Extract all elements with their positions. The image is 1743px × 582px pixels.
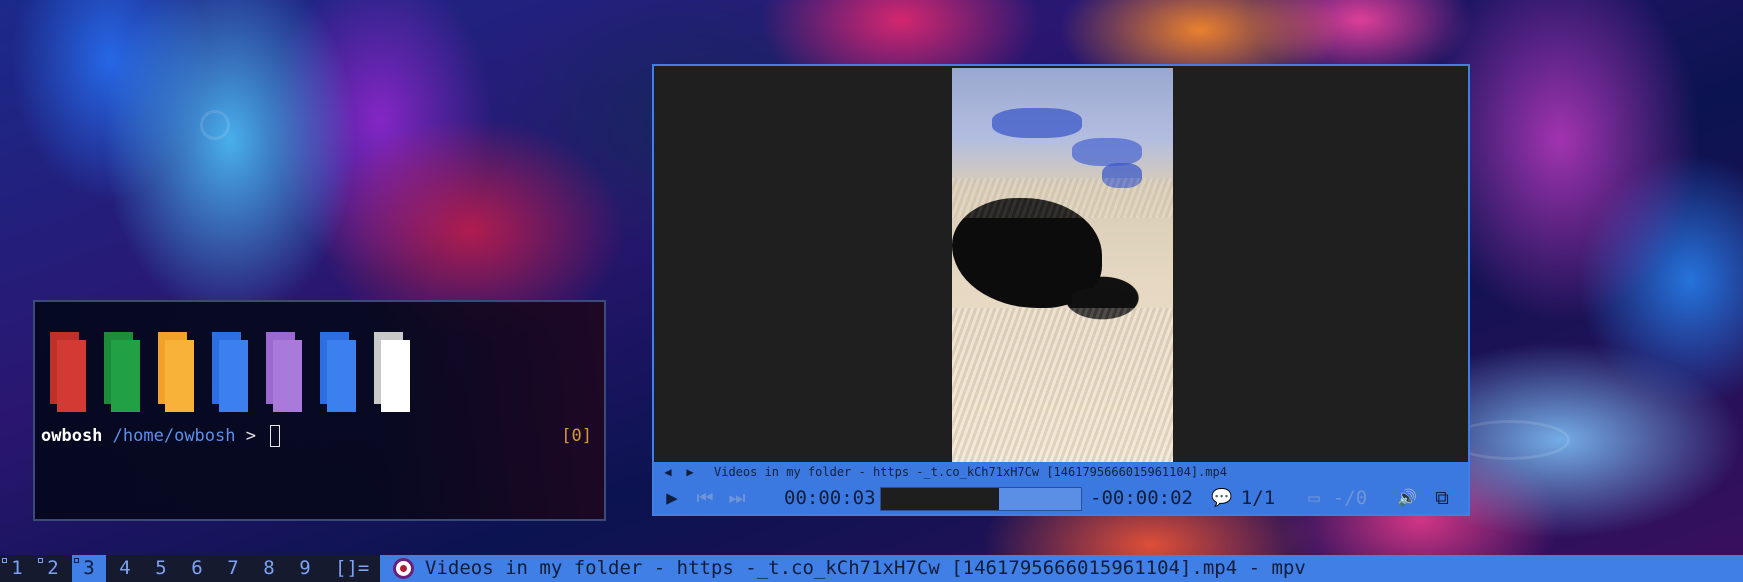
occupied-indicator [74,558,79,563]
video-fluffy-blanket [952,178,1173,218]
osc-title-row: ◀ ▶ Videos in my folder - https -_t.co_k… [654,462,1468,482]
window-title-text: Videos in my folder - https -_t.co_kCh71… [425,557,1306,579]
play-button[interactable]: ▶ [660,482,684,514]
palette-swatch-cyan [320,332,356,412]
video-blanket-pattern [992,108,1082,138]
palette-swatch-magenta [266,332,302,412]
swatch-light [165,340,194,412]
video-frame[interactable] [952,68,1173,462]
osc-control-row: ▶ ⏮ ⏭ 00:00:03 -00:00:02 💬 1/1 ▭ -/0 🔊 ⧉ [654,482,1468,514]
swatch-light [327,340,356,412]
media-title: Videos in my folder - https -_t.co_kCh71… [714,465,1227,479]
remaining-time[interactable]: -00:00:02 [1090,482,1193,514]
exit-status: [0] [561,426,592,446]
workspace-5[interactable]: 5 [144,555,178,582]
volume-icon[interactable]: 🔊 [1394,482,1420,514]
mpv-app-icon [393,558,414,579]
workspace-label: 1 [11,557,23,579]
palette-swatch-blue [212,332,248,412]
workspace-label: 5 [155,557,167,579]
workspace-label: 6 [191,557,203,579]
text-cursor[interactable] [270,425,281,447]
workspace-2[interactable]: 2 [36,555,70,582]
prompt-user: owbosh [41,426,103,446]
fullscreen-icon[interactable]: ⧉ [1428,482,1456,514]
terminal-window[interactable]: owbosh /home/owbosh > [0] [33,300,606,521]
playlist-next-button[interactable]: ▶ [682,462,698,482]
workspace-4[interactable]: 4 [108,555,142,582]
palette-swatch-green [104,332,140,412]
workspace-label: 9 [299,557,311,579]
playlist-position[interactable]: 1/1 [1238,482,1278,514]
swatch-light [57,340,86,412]
workspace-label: 2 [47,557,59,579]
occupied-indicator [2,558,7,563]
video-blanket-pattern [1072,138,1142,166]
palette-swatch-red [50,332,86,412]
elapsed-time[interactable]: 00:00:03 [784,482,876,514]
status-bar: 1 2 3 4 5 6 7 8 9 []= Videos in my folde… [0,555,1743,582]
palette-swatch-white [374,332,410,412]
workspace-9[interactable]: 9 [288,555,322,582]
mpv-window[interactable]: ◀ ▶ Videos in my folder - https -_t.co_k… [652,64,1470,516]
layout-indicator[interactable]: []= [335,555,369,582]
workspace-6[interactable]: 6 [180,555,214,582]
workspace-label: 3 [83,557,95,579]
seek-bar[interactable] [880,487,1082,511]
chat-icon[interactable]: 💬 [1209,482,1235,514]
workspace-8[interactable]: 8 [252,555,286,582]
swatch-light [273,340,302,412]
wallpaper-swirl [200,110,230,140]
workspace-1[interactable]: 1 [0,555,34,582]
swatch-light [219,340,248,412]
swatch-light [111,340,140,412]
subtitle-track[interactable]: -/0 [1330,482,1370,514]
prompt-symbol: > [245,426,256,446]
subtitle-icon[interactable]: ▭ [1302,482,1326,514]
playlist-prev-button[interactable]: ◀ [660,462,676,482]
workspace-label: 7 [227,557,239,579]
focused-window-title[interactable]: Videos in my folder - https -_t.co_kCh71… [380,555,1743,582]
video-area[interactable] [654,66,1468,462]
video-cat-paw [1072,288,1132,308]
palette-swatch-yellow [158,332,194,412]
shell-prompt[interactable]: owbosh /home/owbosh > [0] [41,424,598,448]
seek-bar-progress [881,488,999,510]
workspace-label: 8 [263,557,275,579]
workspace-7[interactable]: 7 [216,555,250,582]
workspace-3[interactable]: 3 [72,555,106,582]
video-fluffy-blanket [952,308,1173,462]
workspace-label: 4 [119,557,131,579]
osc-controls: ◀ ▶ Videos in my folder - https -_t.co_k… [654,462,1468,514]
prompt-path: /home/owbosh [112,426,236,446]
occupied-indicator [38,558,43,563]
skip-forward-button[interactable]: ⏭ [724,482,750,514]
skip-back-button[interactable]: ⏮ [692,482,718,514]
swatch-light [381,340,410,412]
